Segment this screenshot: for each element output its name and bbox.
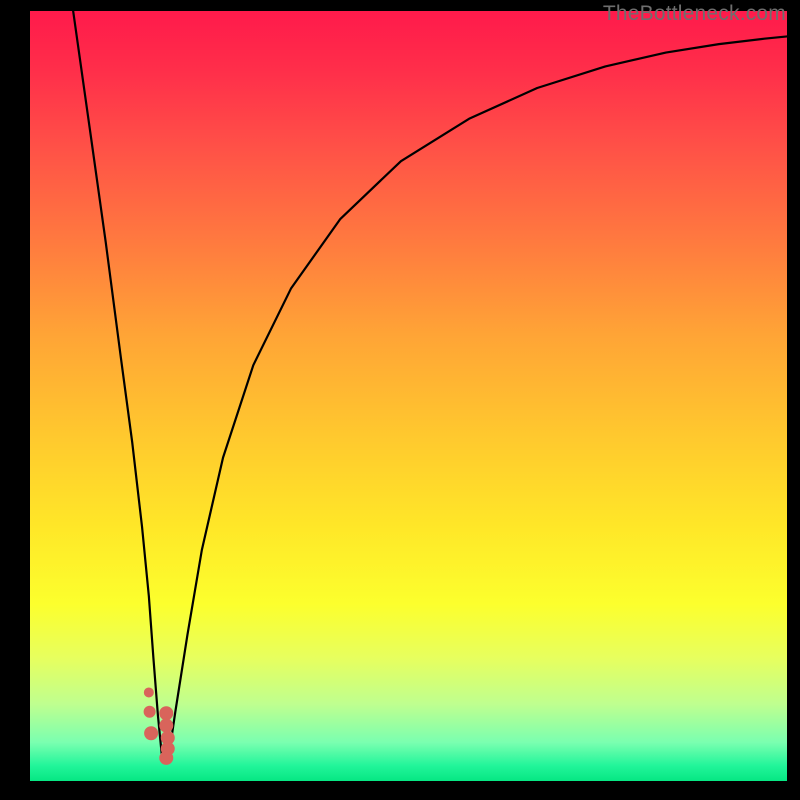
gpu-point — [144, 687, 154, 697]
chart-stage: TheBottleneck.com — [0, 0, 800, 800]
watermark-text: TheBottleneck.com — [603, 2, 786, 26]
gpu-point — [144, 706, 156, 718]
gpu-point — [144, 726, 158, 740]
gpu-point — [159, 751, 173, 765]
points-layer — [30, 11, 787, 781]
gpu-points — [144, 687, 175, 764]
gpu-point — [159, 719, 173, 733]
plot-area — [30, 11, 787, 781]
gpu-point — [159, 706, 173, 720]
